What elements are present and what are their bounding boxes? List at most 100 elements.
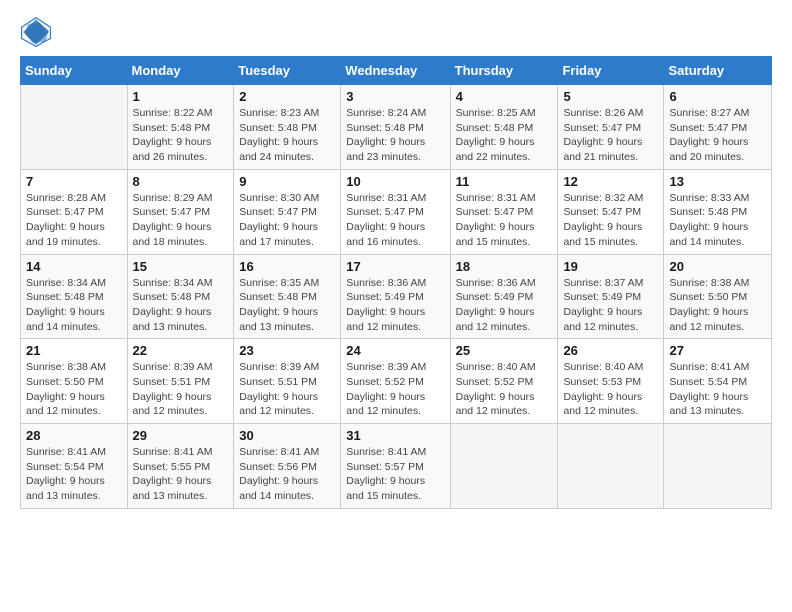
day-number: 12 <box>563 174 658 189</box>
day-number: 13 <box>669 174 766 189</box>
calendar-cell: 24 Sunrise: 8:39 AMSunset: 5:52 PMDayligh… <box>341 339 450 424</box>
day-info: Sunrise: 8:39 AMSunset: 5:51 PMDaylight:… <box>239 360 335 419</box>
calendar-table: SundayMondayTuesdayWednesdayThursdayFrid… <box>20 56 772 509</box>
day-info: Sunrise: 8:29 AMSunset: 5:47 PMDaylight:… <box>133 191 229 250</box>
day-number: 18 <box>456 259 553 274</box>
day-info: Sunrise: 8:41 AMSunset: 5:57 PMDaylight:… <box>346 445 444 504</box>
day-number: 23 <box>239 343 335 358</box>
calendar-cell: 17Sunrise: 8:36 AMSunset: 5:49 PMDayligh… <box>341 254 450 339</box>
weekday-header-friday: Friday <box>558 57 664 85</box>
calendar-week-row: 21 Sunrise: 8:38 AMSunset: 5:50 PMDayligh… <box>21 339 772 424</box>
calendar-week-row: 7 Sunrise: 8:28 AMSunset: 5:47 PMDaylight… <box>21 169 772 254</box>
day-info: Sunrise: 8:32 AMSunset: 5:47 PMDaylight:… <box>563 191 658 250</box>
weekday-header-row: SundayMondayTuesdayWednesdayThursdayFrid… <box>21 57 772 85</box>
calendar-cell: 14 Sunrise: 8:34 AMSunset: 5:48 PMDayligh… <box>21 254 128 339</box>
day-info: Sunrise: 8:41 AMSunset: 5:56 PMDaylight:… <box>239 445 335 504</box>
day-info: Sunrise: 8:35 AMSunset: 5:48 PMDaylight:… <box>239 276 335 335</box>
day-number: 21 <box>26 343 122 358</box>
header <box>20 16 772 48</box>
calendar-week-row: 28 Sunrise: 8:41 AMSunset: 5:54 PMDayligh… <box>21 424 772 509</box>
weekday-header-thursday: Thursday <box>450 57 558 85</box>
day-number: 2 <box>239 89 335 104</box>
page-container: SundayMondayTuesdayWednesdayThursdayFrid… <box>0 0 792 519</box>
day-info: Sunrise: 8:41 AMSunset: 5:54 PMDaylight:… <box>26 445 122 504</box>
day-info: Sunrise: 8:31 AMSunset: 5:47 PMDaylight:… <box>456 191 553 250</box>
calendar-cell: 6 Sunrise: 8:27 AMSunset: 5:47 PMDaylight… <box>664 85 772 170</box>
calendar-cell: 23 Sunrise: 8:39 AMSunset: 5:51 PMDayligh… <box>234 339 341 424</box>
calendar-cell: 27 Sunrise: 8:41 AMSunset: 5:54 PMDayligh… <box>664 339 772 424</box>
day-info: Sunrise: 8:26 AMSunset: 5:47 PMDaylight:… <box>563 106 658 165</box>
day-number: 22 <box>133 343 229 358</box>
day-number: 1 <box>133 89 229 104</box>
calendar-cell: 29Sunrise: 8:41 AMSunset: 5:55 PMDayligh… <box>127 424 234 509</box>
calendar-cell: 7 Sunrise: 8:28 AMSunset: 5:47 PMDaylight… <box>21 169 128 254</box>
day-info: Sunrise: 8:28 AMSunset: 5:47 PMDaylight:… <box>26 191 122 250</box>
day-number: 15 <box>133 259 229 274</box>
day-number: 29 <box>133 428 229 443</box>
day-number: 14 <box>26 259 122 274</box>
calendar-cell: 11 Sunrise: 8:31 AMSunset: 5:47 PMDayligh… <box>450 169 558 254</box>
calendar-cell: 16 Sunrise: 8:35 AMSunset: 5:48 PMDayligh… <box>234 254 341 339</box>
day-number: 5 <box>563 89 658 104</box>
calendar-cell: 19Sunrise: 8:37 AMSunset: 5:49 PMDayligh… <box>558 254 664 339</box>
day-info: Sunrise: 8:36 AMSunset: 5:49 PMDaylight:… <box>346 276 444 335</box>
day-info: Sunrise: 8:41 AMSunset: 5:54 PMDaylight:… <box>669 360 766 419</box>
day-info: Sunrise: 8:27 AMSunset: 5:47 PMDaylight:… <box>669 106 766 165</box>
weekday-header-tuesday: Tuesday <box>234 57 341 85</box>
day-info: Sunrise: 8:40 AMSunset: 5:52 PMDaylight:… <box>456 360 553 419</box>
calendar-cell: 13 Sunrise: 8:33 AMSunset: 5:48 PMDayligh… <box>664 169 772 254</box>
day-number: 30 <box>239 428 335 443</box>
day-number: 11 <box>456 174 553 189</box>
day-info: Sunrise: 8:38 AMSunset: 5:50 PMDaylight:… <box>26 360 122 419</box>
weekday-header-monday: Monday <box>127 57 234 85</box>
calendar-cell <box>450 424 558 509</box>
day-number: 8 <box>133 174 229 189</box>
day-info: Sunrise: 8:22 AMSunset: 5:48 PMDaylight:… <box>133 106 229 165</box>
calendar-cell: 8 Sunrise: 8:29 AMSunset: 5:47 PMDaylight… <box>127 169 234 254</box>
day-number: 7 <box>26 174 122 189</box>
calendar-cell: 22 Sunrise: 8:39 AMSunset: 5:51 PMDayligh… <box>127 339 234 424</box>
calendar-cell: 2 Sunrise: 8:23 AMSunset: 5:48 PMDaylight… <box>234 85 341 170</box>
day-info: Sunrise: 8:37 AMSunset: 5:49 PMDaylight:… <box>563 276 658 335</box>
calendar-cell: 4 Sunrise: 8:25 AMSunset: 5:48 PMDaylight… <box>450 85 558 170</box>
weekday-header-saturday: Saturday <box>664 57 772 85</box>
calendar-cell: 15Sunrise: 8:34 AMSunset: 5:48 PMDayligh… <box>127 254 234 339</box>
calendar-week-row: 1 Sunrise: 8:22 AMSunset: 5:48 PMDaylight… <box>21 85 772 170</box>
day-info: Sunrise: 8:25 AMSunset: 5:48 PMDaylight:… <box>456 106 553 165</box>
day-number: 24 <box>346 343 444 358</box>
weekday-header-wednesday: Wednesday <box>341 57 450 85</box>
day-number: 3 <box>346 89 444 104</box>
weekday-header-sunday: Sunday <box>21 57 128 85</box>
day-info: Sunrise: 8:23 AMSunset: 5:48 PMDaylight:… <box>239 106 335 165</box>
day-number: 10 <box>346 174 444 189</box>
day-info: Sunrise: 8:34 AMSunset: 5:48 PMDaylight:… <box>26 276 122 335</box>
day-number: 6 <box>669 89 766 104</box>
day-info: Sunrise: 8:30 AMSunset: 5:47 PMDaylight:… <box>239 191 335 250</box>
calendar-cell <box>21 85 128 170</box>
day-info: Sunrise: 8:31 AMSunset: 5:47 PMDaylight:… <box>346 191 444 250</box>
day-info: Sunrise: 8:39 AMSunset: 5:51 PMDaylight:… <box>133 360 229 419</box>
logo-icon <box>20 16 52 48</box>
day-number: 27 <box>669 343 766 358</box>
day-info: Sunrise: 8:40 AMSunset: 5:53 PMDaylight:… <box>563 360 658 419</box>
calendar-cell: 30 Sunrise: 8:41 AMSunset: 5:56 PMDayligh… <box>234 424 341 509</box>
day-number: 16 <box>239 259 335 274</box>
calendar-cell: 10 Sunrise: 8:31 AMSunset: 5:47 PMDayligh… <box>341 169 450 254</box>
calendar-cell: 18Sunrise: 8:36 AMSunset: 5:49 PMDayligh… <box>450 254 558 339</box>
logo <box>20 16 56 48</box>
day-number: 28 <box>26 428 122 443</box>
day-info: Sunrise: 8:39 AMSunset: 5:52 PMDaylight:… <box>346 360 444 419</box>
calendar-cell: 26Sunrise: 8:40 AMSunset: 5:53 PMDayligh… <box>558 339 664 424</box>
day-info: Sunrise: 8:24 AMSunset: 5:48 PMDaylight:… <box>346 106 444 165</box>
calendar-week-row: 14 Sunrise: 8:34 AMSunset: 5:48 PMDayligh… <box>21 254 772 339</box>
calendar-cell <box>558 424 664 509</box>
calendar-cell: 1 Sunrise: 8:22 AMSunset: 5:48 PMDaylight… <box>127 85 234 170</box>
calendar-cell: 28 Sunrise: 8:41 AMSunset: 5:54 PMDayligh… <box>21 424 128 509</box>
calendar-cell: 21 Sunrise: 8:38 AMSunset: 5:50 PMDayligh… <box>21 339 128 424</box>
day-number: 4 <box>456 89 553 104</box>
calendar-cell: 5 Sunrise: 8:26 AMSunset: 5:47 PMDaylight… <box>558 85 664 170</box>
day-number: 31 <box>346 428 444 443</box>
day-info: Sunrise: 8:33 AMSunset: 5:48 PMDaylight:… <box>669 191 766 250</box>
calendar-cell: 12 Sunrise: 8:32 AMSunset: 5:47 PMDayligh… <box>558 169 664 254</box>
day-number: 20 <box>669 259 766 274</box>
